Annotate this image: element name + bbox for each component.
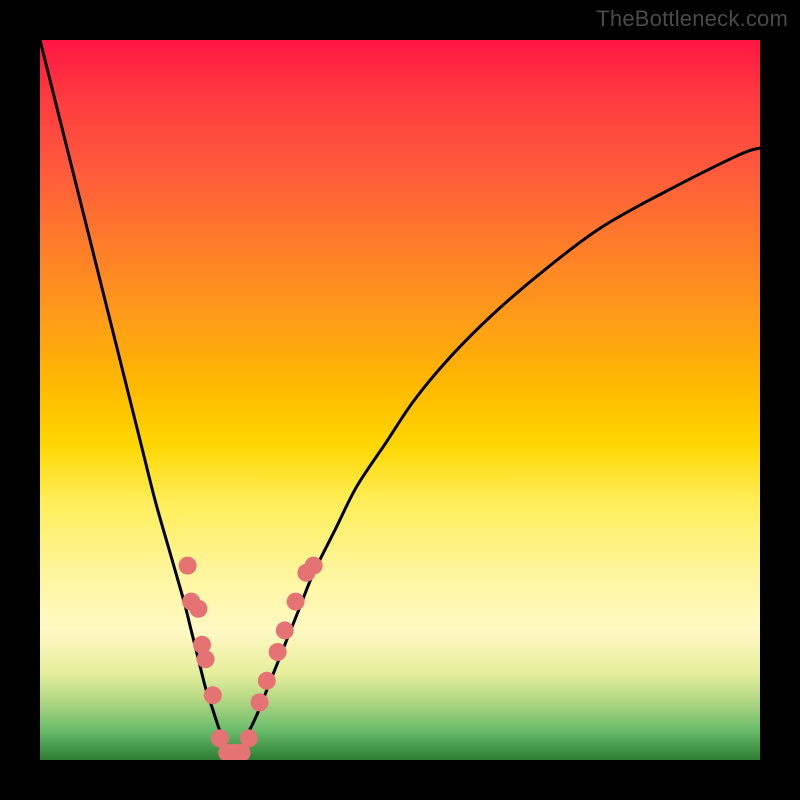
highlight-dot bbox=[189, 600, 207, 618]
highlight-dot bbox=[179, 557, 197, 575]
highlight-dot bbox=[197, 650, 215, 668]
highlight-dot bbox=[240, 729, 258, 747]
highlight-dot bbox=[258, 672, 276, 690]
watermark-text: TheBottleneck.com bbox=[596, 6, 788, 32]
highlight-dot bbox=[305, 557, 323, 575]
highlight-dot bbox=[276, 621, 294, 639]
highlight-dot bbox=[204, 686, 222, 704]
plot-area bbox=[40, 40, 760, 760]
curve-layer bbox=[40, 40, 760, 760]
bottleneck-curve-right-branch bbox=[234, 148, 760, 760]
highlight-dot bbox=[287, 593, 305, 611]
chart-frame: TheBottleneck.com bbox=[0, 0, 800, 800]
highlight-dot bbox=[269, 643, 287, 661]
highlight-dot bbox=[251, 693, 269, 711]
